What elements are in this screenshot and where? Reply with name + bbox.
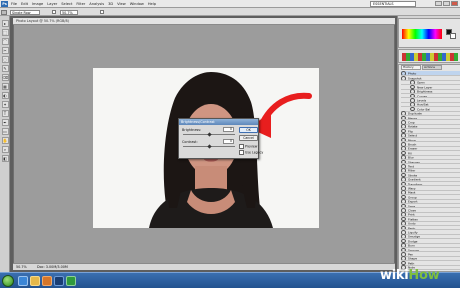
close-button[interactable]: [451, 1, 458, 6]
brightness-slider-handle[interactable]: [206, 132, 212, 137]
tools-panel: ▸ ⬚ ⌒ ✂ ◌ ✎ ⌫ ▦ ◐ ✦ T ✒ ▭ ✋ ⌕ ◧: [0, 16, 10, 272]
status-doc-size: Doc: 3.00M/3.00M: [37, 265, 68, 269]
dialog-title[interactable]: Brightness/Contrast: [179, 119, 258, 125]
background-swatch[interactable]: [450, 33, 456, 39]
workspace-switcher[interactable]: ESSENTIALS: [370, 1, 416, 7]
menu-item-3d[interactable]: 3D: [108, 2, 113, 6]
brightness-input[interactable]: 0: [223, 127, 234, 132]
option-checkbox[interactable]: [52, 10, 56, 14]
taskbar-media-icon[interactable]: [42, 276, 52, 286]
tool-preset-select[interactable]: Single Row: [10, 9, 40, 15]
tool-button-7[interactable]: ⌫: [1, 74, 9, 81]
taskbar-photoshop-icon[interactable]: [54, 276, 64, 286]
history-panel: History Actions Photo Snapshot Open New La…: [398, 64, 460, 272]
menu-bar: Ps File Edit Image Layer Select Filter Analysi…: [0, 0, 460, 8]
taskbar-folder-icon[interactable]: [30, 276, 40, 286]
menu-item-analysis[interactable]: Analysis: [89, 2, 104, 6]
checkbox-box: [239, 150, 244, 155]
document-title: Photo Layout @ 50.7% (RGB/8): [16, 19, 69, 23]
tool-button-1[interactable]: ▸: [1, 20, 9, 27]
option-checkbox-2[interactable]: [100, 10, 104, 14]
tool-button-14[interactable]: ✋: [1, 137, 9, 144]
ok-button[interactable]: OK: [239, 127, 258, 133]
contrast-label: Contrast:: [182, 140, 198, 144]
start-button[interactable]: [2, 275, 14, 287]
tool-button-15[interactable]: ⌕: [1, 146, 9, 153]
contrast-slider-handle[interactable]: [206, 144, 212, 149]
menu-item-view[interactable]: View: [117, 2, 126, 6]
color-spectrum[interactable]: [402, 29, 442, 39]
photoshop-logo[interactable]: Ps: [1, 1, 8, 7]
tool-button-5[interactable]: ◌: [1, 56, 9, 63]
menu-item-help[interactable]: Help: [148, 2, 156, 6]
tool-preset-icon[interactable]: [1, 9, 7, 15]
taskbar-chrome-icon[interactable]: [66, 276, 76, 286]
tool-button-9[interactable]: ◐: [1, 92, 9, 99]
menu-item-image[interactable]: Image: [32, 2, 43, 6]
minimize-button[interactable]: [435, 1, 442, 6]
swatch-grid[interactable]: [402, 53, 458, 61]
window-controls: [435, 1, 458, 6]
brightness-label: Brightness:: [182, 128, 202, 132]
menu-item-edit[interactable]: Edit: [21, 2, 28, 6]
tool-button-2[interactable]: ⬚: [1, 29, 9, 36]
eye-icon[interactable]: [401, 71, 406, 75]
menu-items: File Edit Image Layer Select Filter Analysis 3D…: [11, 0, 156, 8]
legacy-label: Use Legacy: [245, 150, 264, 155]
legacy-checkbox[interactable]: Use Legacy: [239, 150, 263, 155]
tool-button-12[interactable]: ✒: [1, 119, 9, 126]
menu-item-filter[interactable]: Filter: [76, 2, 85, 6]
status-zoom[interactable]: 50.7%: [16, 264, 27, 271]
document-tab[interactable]: Photo Layout @ 50.7% (RGB/8): [13, 18, 395, 25]
checkbox-box: [239, 144, 244, 149]
contrast-input[interactable]: 0: [223, 139, 234, 144]
tool-button-10[interactable]: ✦: [1, 101, 9, 108]
tool-button-11[interactable]: T: [1, 110, 9, 117]
menu-item-select[interactable]: Select: [61, 2, 72, 6]
color-panel: [398, 18, 460, 48]
watermark-how: How: [408, 268, 440, 283]
menu-item-file[interactable]: File: [11, 2, 17, 6]
cancel-button[interactable]: Cancel: [239, 135, 258, 141]
tool-button-16[interactable]: ◧: [1, 155, 9, 162]
brightness-contrast-dialog: Brightness/Contrast Brightness: 0 Contra…: [178, 118, 263, 159]
tool-button-3[interactable]: ⌒: [1, 38, 9, 45]
wikihow-watermark: wikiHow: [380, 268, 440, 283]
tab-history[interactable]: History: [401, 65, 421, 70]
tool-button-4[interactable]: ✂: [1, 47, 9, 54]
tool-button-8[interactable]: ▦: [1, 83, 9, 90]
maximize-button[interactable]: [443, 1, 450, 6]
right-panel-dock: History Actions Photo Snapshot Open New La…: [397, 16, 460, 272]
preview-label: Preview: [245, 144, 258, 149]
swatches-panel: [398, 49, 460, 63]
taskbar-ie-icon[interactable]: [18, 276, 28, 286]
history-top-label: Photo: [408, 71, 417, 76]
watermark-wiki: wiki: [380, 268, 409, 283]
menu-item-layer[interactable]: Layer: [47, 2, 57, 6]
preview-checkbox[interactable]: Preview: [239, 144, 257, 149]
menu-item-window[interactable]: Window: [130, 2, 144, 6]
document-status-bar: 50.7% Doc: 3.00M/3.00M: [13, 263, 395, 270]
options-bar: Single Row 50.7%: [0, 8, 460, 16]
tool-button-6[interactable]: ✎: [1, 65, 9, 72]
tab-actions[interactable]: Actions: [422, 65, 442, 70]
tool-button-13[interactable]: ▭: [1, 128, 9, 135]
zoom-select[interactable]: 50.7%: [60, 9, 78, 15]
